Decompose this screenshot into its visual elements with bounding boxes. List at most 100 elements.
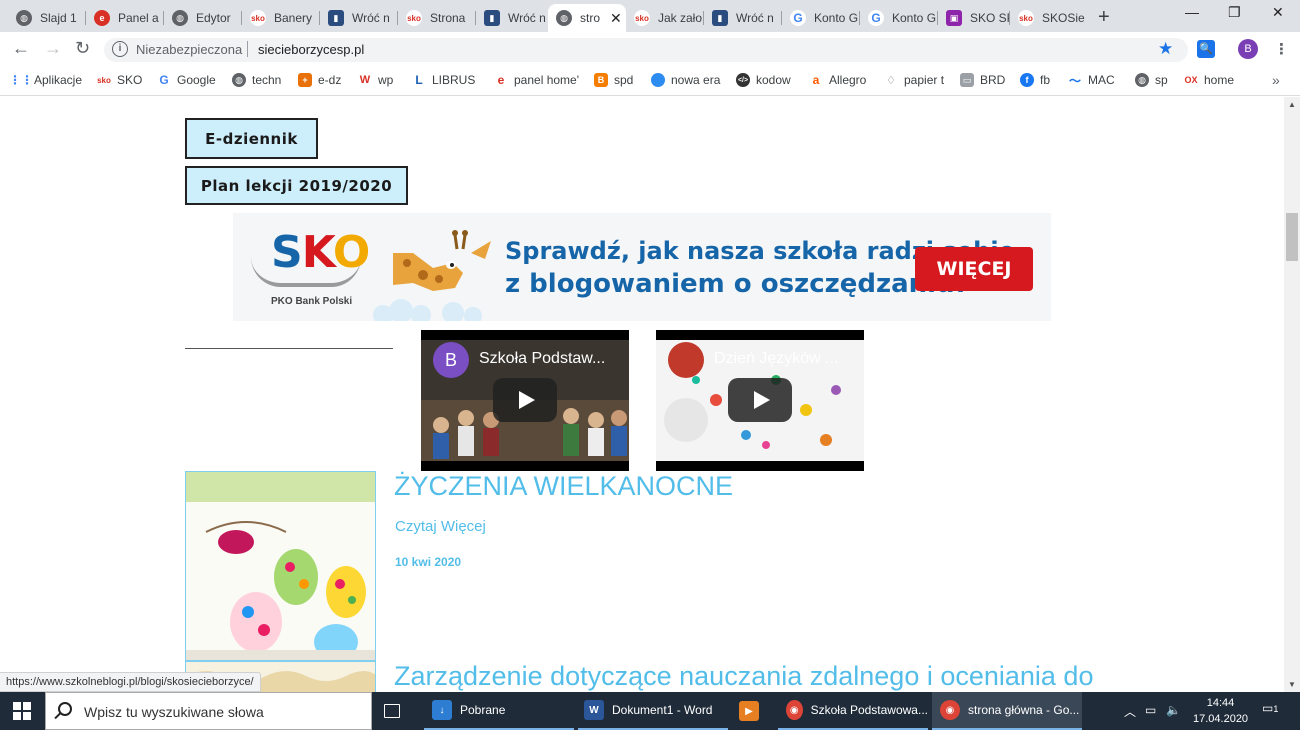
bookmark-home[interactable]: OX home bbox=[1184, 73, 1234, 87]
new-tab-button[interactable]: + bbox=[1098, 6, 1110, 29]
tab-wroc-1[interactable]: ▮ Wróć n bbox=[320, 4, 398, 32]
battery-icon[interactable]: ▭ bbox=[1145, 703, 1156, 717]
video-title[interactable]: Szkoła Podstaw... bbox=[479, 350, 605, 368]
bookmark-star-icon[interactable]: ★ bbox=[1158, 39, 1173, 59]
chevron-up-icon[interactable]: ︿ bbox=[1124, 703, 1136, 720]
taskbar-clock[interactable]: 14:44 17.04.2020 bbox=[1193, 695, 1248, 727]
tab-strona[interactable]: sko Strona bbox=[398, 4, 476, 32]
back-arrow-icon[interactable]: ← bbox=[12, 38, 30, 59]
tab-wroc-2[interactable]: ▮ Wróć n bbox=[476, 4, 548, 32]
youtube-video-2[interactable]: Dzień Języków ... bbox=[656, 330, 864, 471]
chevron-double-right-icon[interactable]: » bbox=[1272, 72, 1280, 88]
forward-arrow-icon[interactable]: → bbox=[44, 38, 62, 59]
bookmark-label: home bbox=[1204, 73, 1235, 87]
menu-kebab-icon[interactable]: ⋮ bbox=[1274, 40, 1289, 58]
scrollbar-thumb[interactable] bbox=[1286, 213, 1298, 261]
taskbar-word[interactable]: W Dokument1 - Word bbox=[578, 692, 728, 730]
bookmark-brd[interactable]: ▭ BRD bbox=[960, 73, 1005, 87]
reload-icon[interactable]: ↻ bbox=[75, 38, 90, 59]
taskbar-item-label: strona główna - Go... bbox=[968, 703, 1080, 717]
taskbar-chrome-strona[interactable]: ◉ strona główna - Go... bbox=[932, 692, 1082, 730]
taskbar-item-label: Dokument1 - Word bbox=[612, 703, 713, 717]
play-icon[interactable] bbox=[493, 378, 557, 422]
video-title[interactable]: Dzień Języków ... bbox=[714, 350, 838, 368]
task-view-button[interactable] bbox=[384, 692, 408, 730]
windows-start-icon[interactable] bbox=[13, 702, 31, 720]
play-icon[interactable] bbox=[728, 378, 792, 422]
bookmark-wp[interactable]: W wp bbox=[358, 73, 393, 87]
bookmark-label: BRD bbox=[980, 73, 1006, 87]
tab-skosie[interactable]: sko SKOSie bbox=[1010, 4, 1088, 32]
tab-slajd[interactable]: ◍ Slajd 1 bbox=[8, 4, 86, 32]
google-icon: G bbox=[790, 10, 806, 26]
globe-icon: ◍ bbox=[232, 73, 246, 87]
taskbar-chrome-szkola[interactable]: ◉ Szkoła Podstawowa... bbox=[778, 692, 928, 730]
tab-sko-sp[interactable]: ▣ SKO SP bbox=[938, 4, 1010, 32]
tab-banery[interactable]: sko Banery bbox=[242, 4, 320, 32]
bookmark-sko[interactable]: sko SKO bbox=[97, 73, 142, 87]
extension-icon[interactable]: 🔍 bbox=[1197, 40, 1215, 58]
tab-panel[interactable]: e Panel a bbox=[86, 4, 164, 32]
search-placeholder[interactable]: Wpisz tu wyszukiwane słowa bbox=[84, 704, 264, 720]
bulb-icon: ♢ bbox=[884, 73, 898, 87]
bookmark-label: papier t bbox=[904, 73, 945, 87]
facebook-icon: f bbox=[1020, 73, 1034, 87]
tab-wroc-3[interactable]: ▮ Wróć n bbox=[704, 4, 782, 32]
bookmark-librus[interactable]: L LIBRUS bbox=[412, 73, 475, 87]
info-icon[interactable]: i bbox=[112, 41, 128, 57]
url-text[interactable]: siecieborzycesp.pl bbox=[258, 42, 364, 57]
bookmark-google[interactable]: G Google bbox=[157, 73, 216, 87]
tab-strona-glowna-active[interactable]: ◍ stro ✕ bbox=[548, 4, 626, 32]
security-label[interactable]: Niezabezpieczona bbox=[136, 42, 242, 57]
restore-button[interactable]: ❐ bbox=[1228, 4, 1241, 21]
youtube-video-1[interactable]: B Szkoła Podstaw... bbox=[421, 330, 629, 471]
profile-avatar[interactable]: B bbox=[1238, 39, 1258, 59]
bookmark-label: Google bbox=[177, 73, 216, 87]
bookmark-kodow[interactable]: </> kodow bbox=[736, 73, 791, 87]
post-title-zarzadzenie[interactable]: Zarządzenie dotyczące nauczania zdalnego… bbox=[394, 661, 1093, 692]
divider-line bbox=[185, 348, 393, 349]
close-tab-icon[interactable]: ✕ bbox=[610, 10, 622, 27]
read-more-link[interactable]: Czytaj Więcej bbox=[395, 518, 486, 535]
web-page: E-dziennik Plan lekcji 2019/2020 SKO PKO… bbox=[0, 97, 1284, 693]
tab-label: Konto G bbox=[814, 11, 859, 25]
tab-jak-zalozyc[interactable]: sko Jak zało bbox=[626, 4, 704, 32]
bookmark-spd[interactable]: B spd bbox=[594, 73, 633, 87]
bookmark-apps[interactable]: ⋮⋮ Aplikacje bbox=[9, 73, 82, 87]
media-player-icon: ▶ bbox=[739, 701, 759, 721]
tab-konto-google-1[interactable]: G Konto G bbox=[782, 4, 860, 32]
scroll-up-arrow-icon[interactable]: ▲ bbox=[1288, 100, 1296, 109]
vertical-scrollbar[interactable] bbox=[1284, 97, 1300, 693]
plan-lekcji-button[interactable]: Plan lekcji 2019/2020 bbox=[185, 166, 408, 205]
tab-edytor[interactable]: ◍ Edytor bbox=[164, 4, 242, 32]
tab-konto-google-2[interactable]: G Konto G bbox=[860, 4, 938, 32]
bookmark-label: sp bbox=[1155, 73, 1168, 87]
bookmark-fb[interactable]: f fb bbox=[1020, 73, 1050, 87]
tab-label: SKO SP bbox=[970, 11, 1010, 25]
easter-eggs-image[interactable] bbox=[185, 471, 376, 661]
bookmark-e-dz[interactable]: + e-dz bbox=[298, 73, 341, 87]
scroll-down-arrow-icon[interactable]: ▼ bbox=[1288, 680, 1296, 689]
wiecej-button[interactable]: WIĘCEJ bbox=[915, 247, 1033, 291]
channel-avatar-flags[interactable] bbox=[668, 342, 704, 378]
channel-avatar[interactable]: B bbox=[433, 342, 469, 378]
globe-icon: ◍ bbox=[1135, 73, 1149, 87]
notification-icon[interactable]: ▭1 bbox=[1262, 701, 1278, 715]
close-window-button[interactable]: ✕ bbox=[1272, 4, 1284, 21]
taskbar-pobrane[interactable]: ↓ Pobrane bbox=[424, 692, 574, 730]
volume-muted-icon[interactable]: 🔈 bbox=[1166, 703, 1181, 717]
bookmark-panel-home[interactable]: e panel home' bbox=[494, 73, 579, 87]
bookmark-papier[interactable]: ♢ papier t bbox=[884, 73, 944, 87]
bookmark-sp[interactable]: ◍ sp bbox=[1135, 73, 1168, 87]
bookmark-nowa-era[interactable]: nowa era bbox=[651, 73, 720, 87]
bookmark-mac[interactable]: 〜 MAC bbox=[1068, 73, 1115, 88]
minimize-button[interactable]: — bbox=[1185, 4, 1199, 20]
e-icon: e bbox=[94, 10, 110, 26]
taskbar-media-player[interactable]: ▶ bbox=[733, 692, 769, 730]
post-title-easter[interactable]: ŻYCZENIA WIELKANOCNE bbox=[394, 471, 733, 502]
tab-label: Wróć n bbox=[736, 11, 774, 25]
sko-banner[interactable]: SKO PKO Bank Polski Sprawdź, jak nasza s… bbox=[233, 213, 1051, 321]
bookmark-allegro[interactable]: a Allegro bbox=[809, 73, 866, 87]
bookmark-techn[interactable]: ◍ techn bbox=[232, 73, 281, 87]
e-dziennik-button[interactable]: E-dziennik bbox=[185, 118, 318, 159]
